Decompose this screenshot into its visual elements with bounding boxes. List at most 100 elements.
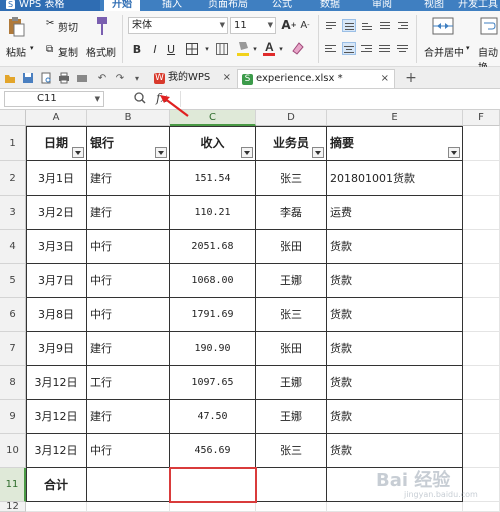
cell-e3[interactable]: 运费 — [327, 196, 463, 230]
cell-f12[interactable] — [463, 502, 500, 512]
paste-label[interactable]: 粘贴 — [6, 44, 26, 59]
formula-input[interactable] — [180, 91, 496, 107]
column-header-e[interactable]: E — [327, 110, 463, 126]
save-icon[interactable] — [22, 72, 34, 84]
row-header-9[interactable]: 9 — [0, 400, 26, 434]
border-icon[interactable] — [184, 41, 200, 57]
cell-a12[interactable] — [26, 502, 87, 512]
cell-d1[interactable]: 业务员 — [256, 126, 327, 161]
new-tab-button[interactable]: + — [404, 70, 418, 86]
justify-icon[interactable] — [378, 42, 392, 55]
row-header-11[interactable]: 11 — [0, 468, 26, 502]
clear-format-icon[interactable] — [290, 39, 306, 57]
menu-review[interactable]: 审阅 — [372, 0, 392, 10]
column-header-f[interactable]: F — [463, 110, 500, 126]
cut-icon[interactable]: ✂ — [46, 18, 54, 29]
cell-e8[interactable]: 货款 — [327, 366, 463, 400]
cell-b8[interactable]: 工行 — [87, 366, 170, 400]
row-header-1[interactable]: 1 — [0, 126, 26, 161]
print-setup-icon[interactable] — [76, 72, 88, 84]
align-top-icon[interactable] — [324, 19, 338, 32]
print-icon[interactable] — [58, 72, 70, 84]
format-painter-button[interactable]: 格式刷 — [86, 44, 116, 59]
row-header-7[interactable]: 7 — [0, 332, 26, 366]
menu-view[interactable]: 视图 — [424, 0, 444, 10]
cell-f8[interactable] — [463, 366, 500, 400]
cell-b2[interactable]: 建行 — [87, 161, 170, 196]
paste-button[interactable] — [6, 15, 26, 37]
cell-a2[interactable]: 3月1日 — [26, 161, 87, 196]
font-name-select[interactable]: 宋体 ▼ — [128, 17, 228, 34]
row-header-2[interactable]: 2 — [0, 161, 26, 196]
cell-c8[interactable]: 1097.65 — [170, 366, 256, 400]
wrap-text-icon[interactable] — [480, 15, 498, 37]
cell-d11[interactable] — [256, 468, 327, 502]
cell-a3[interactable]: 3月2日 — [26, 196, 87, 230]
cell-d7[interactable]: 张田 — [256, 332, 327, 366]
font-size-select[interactable]: 11 ▼ — [230, 17, 276, 34]
merge-center-button[interactable]: 合并居中 — [424, 44, 464, 59]
cell-c9[interactable]: 47.50 — [170, 400, 256, 434]
cell-d8[interactable]: 王娜 — [256, 366, 327, 400]
cell-e1[interactable]: 摘要 — [327, 126, 463, 161]
align-left-icon[interactable] — [324, 42, 338, 55]
cell-b10[interactable]: 中行 — [87, 434, 170, 468]
shrink-font-button[interactable]: A- — [298, 17, 312, 33]
indent-icon[interactable] — [396, 19, 410, 32]
column-header-d[interactable]: D — [256, 110, 327, 126]
row-header-12[interactable]: 12 — [0, 502, 26, 512]
column-header-a[interactable]: A — [26, 110, 87, 126]
row-header-4[interactable]: 4 — [0, 230, 26, 264]
distributed-icon[interactable] — [396, 42, 410, 55]
cell-e6[interactable]: 货款 — [327, 298, 463, 332]
cell-c3[interactable]: 110.21 — [170, 196, 256, 230]
copy-button[interactable]: 复制 — [58, 44, 78, 59]
filter-dropdown-icon[interactable] — [312, 147, 324, 158]
cell-f11[interactable] — [463, 468, 500, 502]
row-header-5[interactable]: 5 — [0, 264, 26, 298]
menu-page-layout[interactable]: 页面布局 — [208, 0, 248, 10]
align-right-icon[interactable] — [360, 42, 374, 55]
filter-dropdown-icon[interactable] — [241, 147, 253, 158]
font-color-dropdown-icon[interactable]: ▾ — [276, 41, 286, 57]
cell-d10[interactable]: 张三 — [256, 434, 327, 468]
quick-access-dropdown-icon[interactable]: ▾ — [132, 72, 142, 84]
menu-formula[interactable]: 公式 — [272, 0, 292, 10]
select-all-corner[interactable] — [0, 110, 26, 126]
row-header-3[interactable]: 3 — [0, 196, 26, 230]
format-painter-icon[interactable] — [92, 15, 110, 37]
bold-button[interactable]: B — [130, 41, 144, 57]
cell-f6[interactable] — [463, 298, 500, 332]
cell-b11[interactable] — [87, 468, 170, 502]
filter-dropdown-icon[interactable] — [448, 147, 460, 158]
cell-a5[interactable]: 3月7日 — [26, 264, 87, 298]
cell-c7[interactable]: 190.90 — [170, 332, 256, 366]
cell-c4[interactable]: 2051.68 — [170, 230, 256, 264]
cell-e5[interactable]: 货款 — [327, 264, 463, 298]
spreadsheet-grid[interactable]: A B C D E F 1 2 3 4 5 6 7 8 9 10 11 12 日期 银行 收入 业务员 摘要 3月1日 建行 15… — [0, 110, 500, 512]
align-middle-icon[interactable] — [342, 19, 356, 32]
cell-c1[interactable]: 收入 — [170, 126, 256, 161]
cell-b3[interactable]: 建行 — [87, 196, 170, 230]
cut-button[interactable]: 剪切 — [58, 19, 78, 34]
tab-experience-xlsx[interactable]: S experience.xlsx * × — [237, 69, 395, 88]
cell-c11[interactable] — [170, 468, 256, 502]
align-center-icon[interactable] — [342, 42, 356, 55]
print-preview-icon[interactable] — [40, 72, 52, 84]
cell-f3[interactable] — [463, 196, 500, 230]
cell-a1[interactable]: 日期 — [26, 126, 87, 161]
column-header-c[interactable]: C — [170, 110, 256, 126]
column-header-b[interactable]: B — [87, 110, 170, 126]
cell-f4[interactable] — [463, 230, 500, 264]
row-header-8[interactable]: 8 — [0, 366, 26, 400]
redo-icon[interactable]: ↷ — [114, 72, 126, 84]
menu-data[interactable]: 数据 — [320, 0, 340, 10]
filter-dropdown-icon[interactable] — [72, 147, 84, 158]
cell-d5[interactable]: 王娜 — [256, 264, 327, 298]
align-bottom-icon[interactable] — [360, 19, 374, 32]
fill-color-dropdown-icon[interactable]: ▾ — [250, 41, 260, 57]
cell-b5[interactable]: 中行 — [87, 264, 170, 298]
cell-a11[interactable]: 合计 — [26, 468, 87, 502]
folder-icon[interactable] — [4, 72, 16, 84]
cell-b7[interactable]: 建行 — [87, 332, 170, 366]
